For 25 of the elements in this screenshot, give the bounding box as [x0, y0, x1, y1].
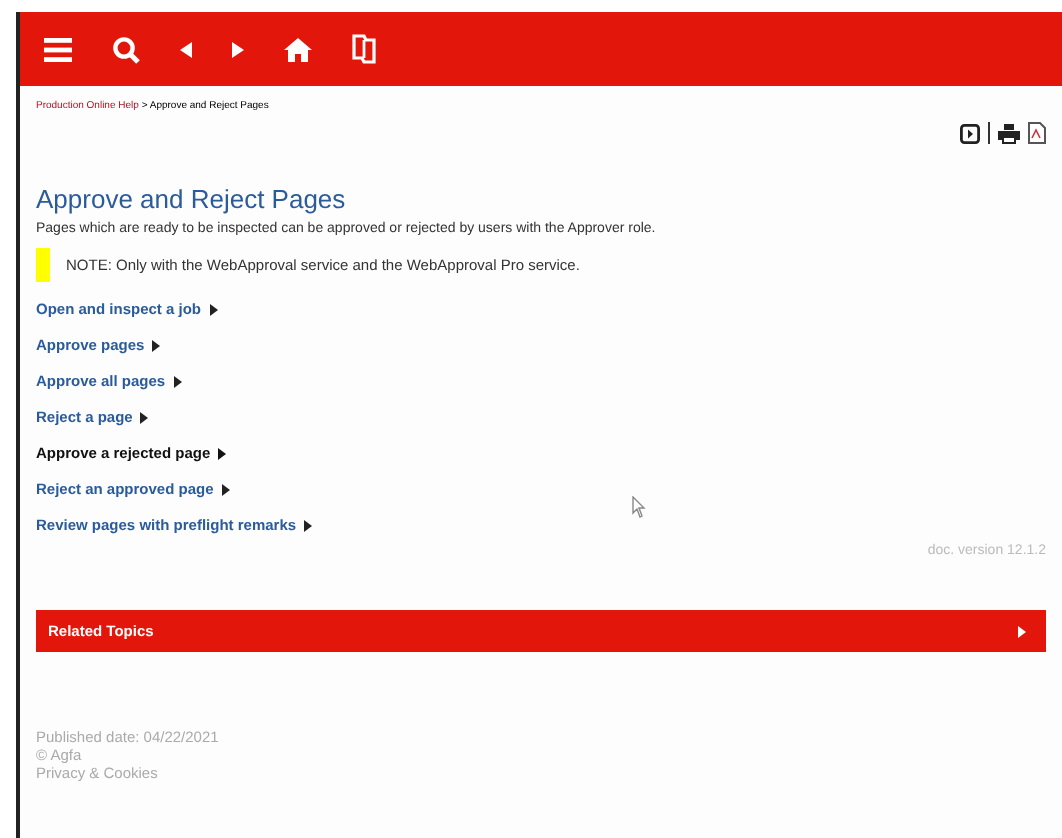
document-icon[interactable] — [1028, 122, 1046, 144]
caret-icon — [152, 339, 161, 351]
page-title: Approve and Reject Pages — [36, 184, 348, 214]
translate-button[interactable] — [352, 34, 376, 64]
menu-icon — [44, 37, 72, 61]
expand-icon[interactable] — [960, 123, 980, 143]
forward-button[interactable] — [232, 41, 244, 57]
home-icon — [284, 37, 312, 61]
print-icon[interactable] — [998, 123, 1020, 143]
right-triangle-icon — [232, 41, 244, 57]
mouse-pointer-icon — [632, 496, 646, 518]
caret-icon — [173, 375, 182, 387]
home-button[interactable] — [284, 37, 312, 61]
caret-icon — [209, 303, 218, 315]
left-triangle-icon — [180, 41, 192, 57]
search-icon[interactable] — [112, 35, 140, 63]
menu-button[interactable] — [44, 37, 72, 61]
book-icon — [352, 34, 376, 64]
caret-icon — [140, 411, 149, 423]
caret-icon — [218, 447, 227, 459]
caret-icon — [221, 483, 230, 495]
back-button[interactable] — [180, 41, 192, 57]
note-marker — [36, 248, 50, 282]
caret-icon — [1018, 625, 1026, 637]
caret-icon — [304, 519, 313, 531]
